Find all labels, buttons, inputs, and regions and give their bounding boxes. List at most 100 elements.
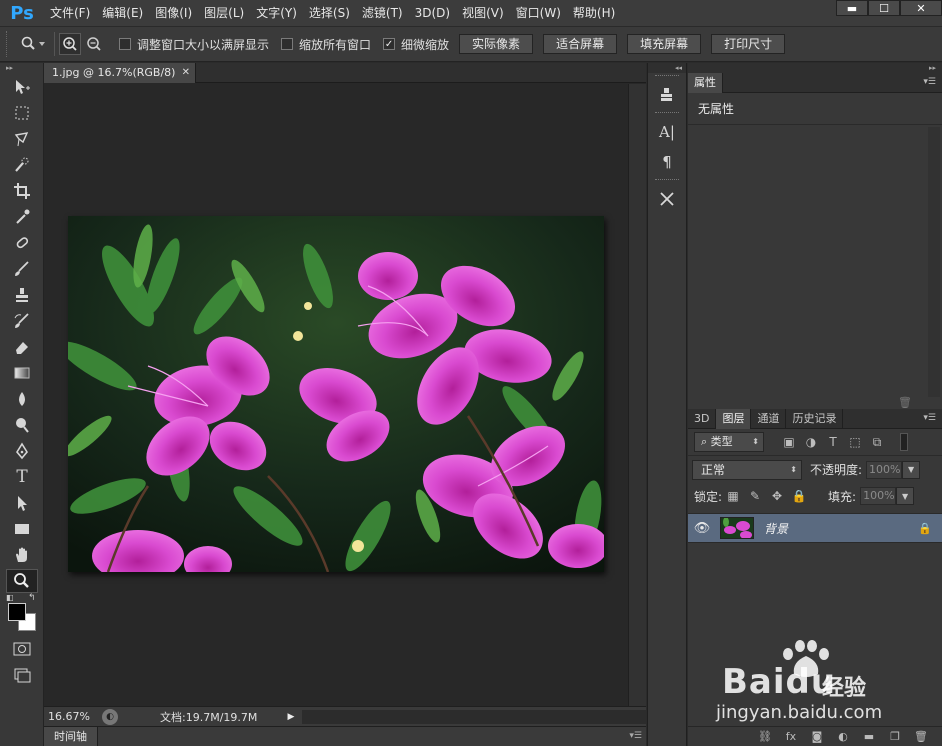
character-panel-icon[interactable]: A| bbox=[651, 119, 683, 145]
foreground-color-swatch[interactable] bbox=[8, 603, 26, 621]
brush-presets-icon[interactable] bbox=[651, 186, 683, 212]
tab-history[interactable]: 历史记录 bbox=[786, 409, 844, 429]
print-size-button[interactable]: 打印尺寸 bbox=[711, 34, 786, 54]
layer-style-icon[interactable]: fx bbox=[778, 730, 804, 743]
menu-select[interactable]: 选择(S) bbox=[303, 0, 356, 26]
default-colors-icon[interactable]: ◧ bbox=[6, 593, 14, 602]
opacity-field[interactable]: 100% bbox=[866, 460, 903, 479]
tool-presets-icon[interactable] bbox=[651, 82, 683, 108]
menu-layer[interactable]: 图层(L) bbox=[198, 0, 250, 26]
menu-file[interactable]: 文件(F) bbox=[44, 0, 96, 26]
healing-brush-icon[interactable] bbox=[6, 231, 38, 255]
swap-colors-icon[interactable]: ↰ bbox=[28, 593, 36, 603]
dodge-tool-icon[interactable] bbox=[6, 413, 38, 437]
fill-screen-button[interactable]: 填充屏幕 bbox=[627, 34, 702, 54]
menu-filter[interactable]: 滤镜(T) bbox=[356, 0, 409, 26]
move-tool-icon[interactable] bbox=[6, 75, 38, 99]
opacity-dropdown-icon[interactable]: ▼ bbox=[902, 460, 921, 479]
lock-all-icon[interactable]: 🔒 bbox=[788, 489, 810, 503]
blend-mode-select[interactable]: 正常 ⬍ bbox=[692, 459, 802, 480]
shape-filter-icon[interactable]: ⬚ bbox=[844, 435, 866, 450]
pixel-filter-icon[interactable]: ▣ bbox=[778, 435, 800, 450]
smart-object-filter-icon[interactable]: ⧉ bbox=[866, 435, 888, 450]
fill-dropdown-icon[interactable]: ▼ bbox=[896, 487, 915, 505]
zoom-tool-icon[interactable] bbox=[6, 569, 38, 593]
document-image[interactable] bbox=[68, 216, 604, 572]
eyedropper-icon[interactable] bbox=[6, 205, 38, 229]
canvas-area[interactable] bbox=[44, 84, 628, 706]
screen-mode-icon[interactable] bbox=[6, 663, 38, 687]
zoom-out-icon[interactable] bbox=[83, 33, 105, 55]
zoom-all-checkbox[interactable]: 缩放所有窗口 bbox=[281, 36, 371, 53]
lock-pixels-icon[interactable]: ✎ bbox=[744, 489, 766, 503]
menu-help[interactable]: 帮助(H) bbox=[567, 0, 621, 26]
properties-trash-icon[interactable]: 🗑 bbox=[898, 396, 912, 409]
type-filter-icon[interactable]: T bbox=[822, 435, 844, 450]
quick-selection-icon[interactable] bbox=[6, 153, 38, 177]
new-layer-icon[interactable]: ❐ bbox=[882, 730, 908, 743]
menu-edit[interactable]: 编辑(E) bbox=[96, 0, 149, 26]
adjustment-layer-icon[interactable]: ◐ bbox=[830, 730, 856, 743]
close-icon[interactable]: ✕ bbox=[900, 0, 942, 16]
timeline-menu-icon[interactable]: ▾☰ bbox=[629, 731, 642, 741]
tab-3d[interactable]: 3D bbox=[688, 409, 717, 429]
delete-layer-icon[interactable]: 🗑 bbox=[908, 730, 934, 743]
menu-type[interactable]: 文字(Y) bbox=[250, 0, 303, 26]
minimize-icon[interactable]: ▬ bbox=[836, 0, 868, 16]
horizontal-scrollbar[interactable] bbox=[302, 709, 646, 724]
menu-view[interactable]: 视图(V) bbox=[456, 0, 510, 26]
vertical-scrollbar[interactable] bbox=[628, 84, 646, 706]
brush-tool-icon[interactable] bbox=[6, 257, 38, 281]
history-brush-icon[interactable] bbox=[6, 309, 38, 333]
tab-close-icon[interactable]: ✕ bbox=[182, 63, 190, 83]
type-tool-icon[interactable]: T bbox=[6, 465, 38, 489]
blur-tool-icon[interactable] bbox=[6, 387, 38, 411]
options-grip[interactable] bbox=[6, 31, 16, 57]
status-menu-icon[interactable]: ▶ bbox=[284, 709, 298, 725]
timeline-tab[interactable]: 时间轴 bbox=[44, 727, 98, 746]
menu-image[interactable]: 图像(I) bbox=[149, 0, 198, 26]
fill-field[interactable]: 100% bbox=[860, 487, 897, 505]
clone-stamp-icon[interactable] bbox=[6, 283, 38, 307]
zoom-tool-preset[interactable] bbox=[16, 31, 50, 57]
properties-scrollbar[interactable] bbox=[928, 127, 940, 397]
adjustment-filter-icon[interactable]: ◑ bbox=[800, 435, 822, 450]
eye-icon[interactable]: 👁 bbox=[688, 521, 716, 536]
zoom-all-check[interactable] bbox=[281, 38, 294, 50]
collapse-panels-icon[interactable]: ◂◂ bbox=[648, 63, 686, 73]
layer-mask-icon[interactable]: ◙ bbox=[804, 730, 830, 743]
proof-icon[interactable]: ◐ bbox=[102, 708, 118, 725]
menu-window[interactable]: 窗口(W) bbox=[510, 0, 567, 26]
pen-tool-icon[interactable] bbox=[6, 439, 38, 463]
path-selection-icon[interactable] bbox=[6, 491, 38, 515]
paragraph-panel-icon[interactable]: ¶ bbox=[651, 149, 683, 175]
properties-menu-icon[interactable]: ▾☰ bbox=[923, 77, 936, 87]
lock-transparent-icon[interactable]: ▦ bbox=[722, 489, 744, 503]
menu-3d[interactable]: 3D(D) bbox=[409, 0, 456, 26]
filter-toggle-switch[interactable] bbox=[900, 433, 908, 451]
document-tab[interactable]: 1.jpg @ 16.7%(RGB/8) ✕ bbox=[44, 63, 196, 83]
layer-filter-select[interactable]: ⌕ 类型 ⬍ bbox=[694, 432, 764, 452]
layers-menu-icon[interactable]: ▾☰ bbox=[923, 413, 936, 423]
tab-layers[interactable]: 图层 bbox=[716, 409, 752, 429]
actual-pixels-button[interactable]: 实际像素 bbox=[459, 34, 534, 54]
layer-name[interactable]: 背景 bbox=[764, 520, 918, 537]
scrubby-zoom-check[interactable]: ✓ bbox=[383, 38, 396, 50]
lasso-tool-icon[interactable] bbox=[6, 127, 38, 151]
toolbox-collapse-icon[interactable]: ▸▸ bbox=[0, 63, 43, 73]
maximize-icon[interactable]: ☐ bbox=[868, 0, 900, 16]
tab-properties[interactable]: 属性 bbox=[688, 73, 723, 93]
expand-panels-icon[interactable]: ▸▸ bbox=[688, 63, 942, 73]
rectangle-tool-icon[interactable] bbox=[6, 517, 38, 541]
hand-tool-icon[interactable] bbox=[6, 543, 38, 567]
link-layers-icon[interactable]: ⛓ bbox=[752, 730, 778, 743]
new-group-icon[interactable]: ▬ bbox=[856, 730, 882, 743]
crop-tool-icon[interactable] bbox=[6, 179, 38, 203]
layer-row-background[interactable]: 👁 背景 🔒 bbox=[688, 513, 942, 543]
marquee-tool-icon[interactable] bbox=[6, 101, 38, 125]
gradient-tool-icon[interactable] bbox=[6, 361, 38, 385]
resize-windows-check[interactable] bbox=[119, 38, 131, 50]
resize-windows-checkbox[interactable]: 调整窗口大小以满屏显示 bbox=[119, 36, 269, 53]
zoom-in-icon[interactable] bbox=[59, 33, 81, 55]
fit-screen-button[interactable]: 适合屏幕 bbox=[543, 34, 618, 54]
